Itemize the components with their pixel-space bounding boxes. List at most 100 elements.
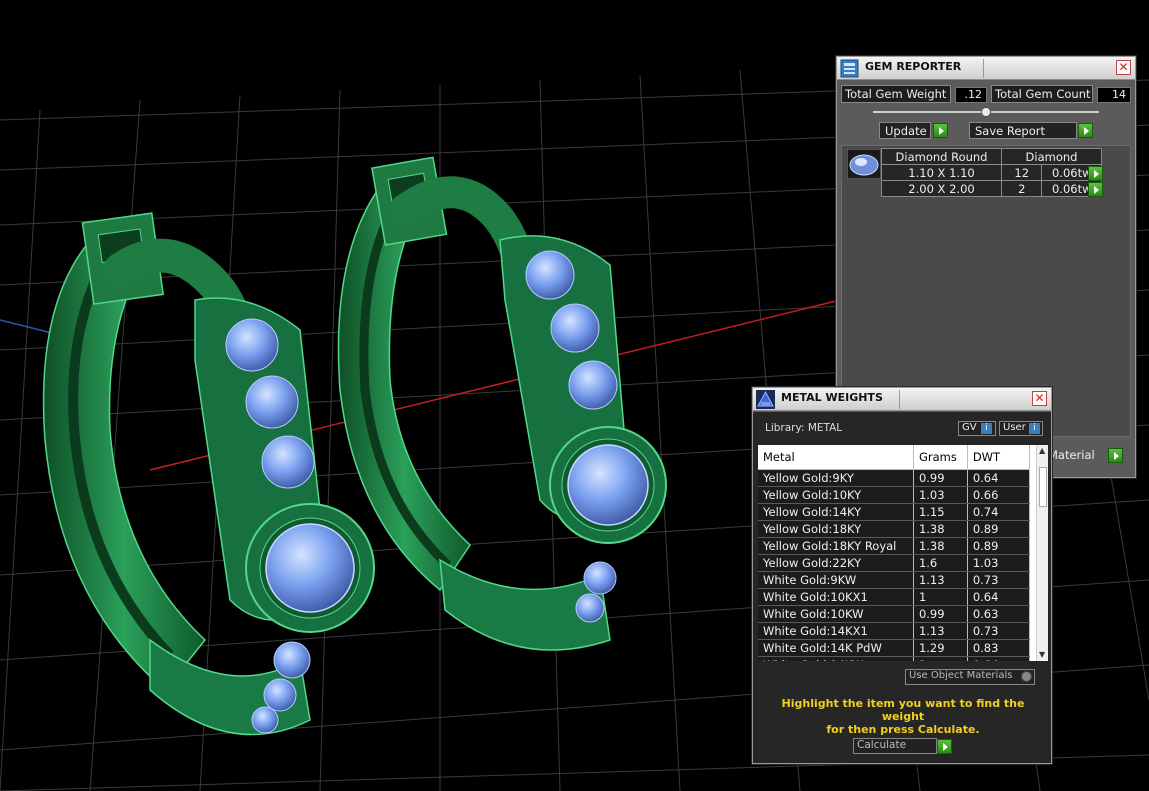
dwt-cell: 0.83: [967, 639, 1031, 657]
grams-cell: 0.99: [913, 469, 968, 487]
metal-row[interactable]: Yellow Gold:14KY 1.15 0.74: [758, 503, 1031, 521]
metal-weights-close-button[interactable]: ✕: [1032, 391, 1047, 406]
dwt-cell: 0.89: [967, 537, 1031, 555]
save-report-button[interactable]: Save Report: [969, 122, 1077, 139]
total-gem-weight-label: Total Gem Weight: [841, 85, 951, 103]
grams-col-header[interactable]: Grams: [913, 445, 968, 470]
dwt-cell: 1.03: [967, 554, 1031, 572]
dwt-col-header[interactable]: DWT: [967, 445, 1031, 470]
metal-row[interactable]: Yellow Gold:10KY 1.03 0.66: [758, 486, 1031, 504]
metal-row[interactable]: White Gold:10KX1 1 0.64: [758, 588, 1031, 606]
metal-name-cell: White Gold:9KW: [758, 571, 914, 589]
gem-row[interactable]: 2.00 X 2.00 2 0.06tw: [881, 180, 1102, 197]
metal-name-cell: Yellow Gold:22KY: [758, 554, 914, 572]
gv-label: GV: [962, 422, 977, 433]
calculate-hint: Highlight the item you want to find the …: [763, 697, 1043, 736]
metal-table: Metal Grams DWT Yellow Gold:9KY 0.99 0.64 Y…: [758, 445, 1031, 661]
dwt-cell: 0.74: [967, 503, 1031, 521]
gem-reporter-icon: [840, 59, 859, 78]
metal-name-cell: White Gold:14K PdW: [758, 639, 914, 657]
gem-row-go-button[interactable]: [1088, 182, 1103, 197]
library-label: Library: METAL: [765, 422, 843, 434]
total-gem-count-value: 14: [1097, 87, 1131, 103]
right-earring-model[interactable]: [337, 156, 667, 651]
use-object-materials-label: Use Object Materials: [909, 670, 1013, 681]
grams-cell: 1: [913, 588, 968, 606]
grams-cell: 1.03: [913, 486, 968, 504]
metal-row[interactable]: White Gold:14K PdW 1.29 0.83: [758, 639, 1031, 657]
metal-name-cell: Yellow Gold:9KY: [758, 469, 914, 487]
dwt-cell: 0.63: [967, 605, 1031, 623]
user-info-icon: i: [1029, 423, 1040, 434]
hint-line-1: Highlight the item you want to find the …: [781, 697, 1025, 723]
dwt-cell: 0.73: [967, 622, 1031, 640]
left-earring-model[interactable]: [42, 212, 375, 736]
dwt-cell: 0.89: [967, 520, 1031, 538]
gem-size-cell: 1.10 X 1.10: [881, 164, 1002, 181]
metal-row[interactable]: Yellow Gold:18KY 1.38 0.89: [758, 520, 1031, 538]
update-go-button[interactable]: [933, 123, 948, 138]
metal-weights-titlebar[interactable]: METAL WEIGHTS ✕: [753, 388, 1051, 411]
metal-name-cell: Yellow Gold:18KY: [758, 520, 914, 538]
metal-row[interactable]: White Gold:10KW 0.99 0.63: [758, 605, 1031, 623]
user-label: User: [1003, 422, 1026, 433]
grams-cell: 1.38: [913, 537, 968, 555]
dwt-cell: 0.73: [967, 571, 1031, 589]
metal-col-header[interactable]: Metal: [758, 445, 914, 470]
metal-name-cell: Yellow Gold:18KY Royal: [758, 537, 914, 555]
metal-list-scrollbar[interactable]: ▲ ▼: [1036, 445, 1048, 661]
gem-material-header: Diamond: [1001, 148, 1102, 165]
grams-cell: 1: [913, 656, 968, 661]
total-gem-count-label: Total Gem Count: [991, 85, 1093, 103]
save-report-go-button[interactable]: [1078, 123, 1093, 138]
grams-cell: 1.29: [913, 639, 968, 657]
material-button[interactable]: Material: [1043, 447, 1107, 464]
metal-name-cell: Yellow Gold:10KY: [758, 486, 914, 504]
gem-table: Diamond Round Diamond 1.10 X 1.10 12 0.0…: [881, 148, 1102, 197]
metal-row[interactable]: Yellow Gold:22KY 1.6 1.03: [758, 554, 1031, 572]
hint-line-2: for then press Calculate.: [826, 723, 980, 736]
grams-cell: 1.6: [913, 554, 968, 572]
grams-cell: 0.99: [913, 605, 968, 623]
material-go-button[interactable]: [1108, 448, 1123, 463]
metal-row[interactable]: White Gold:9KW 1.13 0.73: [758, 571, 1031, 589]
calculate-button[interactable]: Calculate: [853, 738, 937, 754]
use-object-materials-radio[interactable]: [1021, 671, 1032, 682]
grams-cell: 1.38: [913, 520, 968, 538]
dwt-cell: 0.64: [967, 469, 1031, 487]
dwt-cell: 0.64: [967, 588, 1031, 606]
dwt-cell: 0.64: [967, 656, 1031, 661]
metal-name-cell: White Gold:10KX1: [758, 588, 914, 606]
gem-reporter-close-button[interactable]: ✕: [1116, 60, 1131, 75]
gem-reporter-title: GEM REPORTER: [865, 60, 962, 73]
calculate-go-button[interactable]: [937, 739, 952, 754]
metal-name-cell: White Gold:10KW: [758, 605, 914, 623]
gem-reporter-titlebar[interactable]: GEM REPORTER ✕: [837, 57, 1135, 80]
metal-weights-panel: METAL WEIGHTS ✕ Library: METAL GV i User…: [752, 387, 1052, 764]
update-button[interactable]: Update: [879, 122, 931, 139]
metal-weights-icon: [756, 390, 775, 409]
gv-info-icon: i: [981, 423, 992, 434]
use-object-materials-toggle[interactable]: Use Object Materials: [905, 669, 1035, 685]
grams-cell: 1.13: [913, 622, 968, 640]
metal-weights-body: Library: METAL GV i User i Metal Grams D…: [753, 412, 1051, 763]
metal-row[interactable]: Yellow Gold:18KY Royal 1.38 0.89: [758, 537, 1031, 555]
gem-row-go-button[interactable]: [1088, 166, 1103, 181]
diamond-thumbnail-icon[interactable]: [847, 149, 881, 179]
grams-cell: 1.15: [913, 503, 968, 521]
total-gem-weight-value: .12: [955, 87, 987, 103]
grams-cell: 1.13: [913, 571, 968, 589]
metal-row[interactable]: White Gold:14KW10.64: [758, 656, 1031, 661]
metal-name-cell: Yellow Gold:14KY: [758, 503, 914, 521]
metal-row[interactable]: White Gold:14KX1 1.13 0.73: [758, 622, 1031, 640]
metal-name-cell: White Gold:14KX1: [758, 622, 914, 640]
metal-row[interactable]: Yellow Gold:9KY 0.99 0.64: [758, 469, 1031, 487]
gem-row[interactable]: 1.10 X 1.10 12 0.06tw: [881, 164, 1102, 181]
gem-count-cell: 12: [1000, 164, 1043, 181]
slider-knob[interactable]: [981, 107, 991, 117]
metal-weights-title: METAL WEIGHTS: [781, 391, 883, 404]
calculate-label: Calculate: [857, 739, 907, 751]
dwt-cell: 0.66: [967, 486, 1031, 504]
scrollbar-thumb[interactable]: [1039, 467, 1047, 507]
metal-list[interactable]: Metal Grams DWT Yellow Gold:9KY 0.99 0.64 Y…: [758, 445, 1048, 661]
